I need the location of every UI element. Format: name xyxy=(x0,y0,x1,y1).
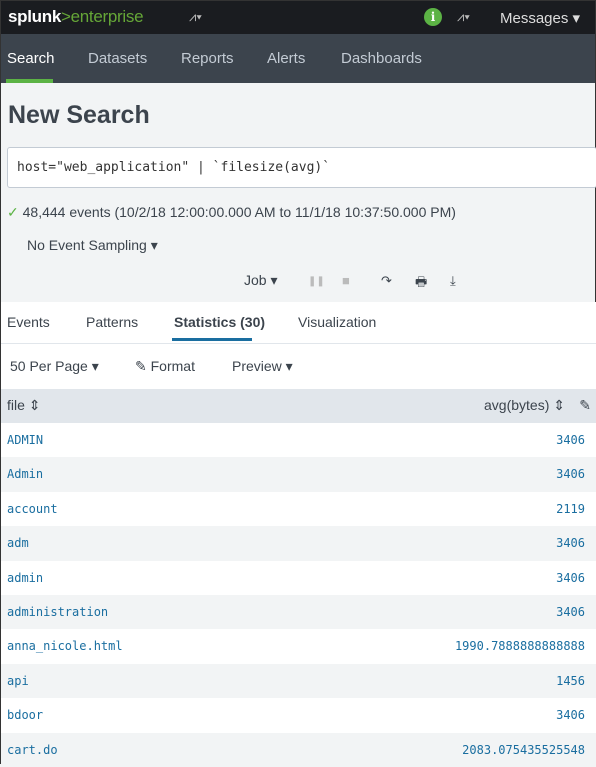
check-icon: ✓ xyxy=(7,204,19,220)
event-sampling-dropdown[interactable]: No Event Sampling ▾ xyxy=(27,237,158,254)
file-cell[interactable]: Admin xyxy=(7,467,43,481)
tab-visualization[interactable]: Visualization xyxy=(298,314,376,330)
export-icon[interactable]: ⤓ xyxy=(450,273,456,289)
column-avg-bytes[interactable]: avg(bytes) ⇕ xyxy=(484,397,565,414)
active-tab-indicator xyxy=(172,338,252,341)
per-page-dropdown[interactable]: 50 Per Page ▾ xyxy=(10,358,99,375)
table-row: anna_nicole.html 1990.7888888888888 xyxy=(1,629,596,663)
splunk-logo[interactable]: splunk>enterprise xyxy=(8,7,144,27)
nav-alerts[interactable]: Alerts xyxy=(267,50,305,67)
file-cell[interactable]: account xyxy=(7,502,58,516)
avg-bytes-cell[interactable]: 3406 xyxy=(556,467,585,481)
tab-patterns[interactable]: Patterns xyxy=(86,314,138,330)
table-row: admin 3406 xyxy=(1,561,596,595)
file-cell[interactable]: administration xyxy=(7,605,108,619)
job-menu[interactable]: Job ▾ xyxy=(244,272,278,289)
file-cell[interactable]: ADMIN xyxy=(7,433,43,447)
avg-bytes-cell[interactable]: 3406 xyxy=(556,571,585,585)
avg-bytes-cell[interactable]: 1456 xyxy=(556,674,585,688)
table-row: bdoor 3406 xyxy=(1,698,596,732)
share-icon[interactable]: ↷ xyxy=(381,273,392,289)
tab-events[interactable]: Events xyxy=(7,314,50,330)
search-summary: ✓ 48,444 events (10/2/18 12:00:00.000 AM… xyxy=(7,204,456,221)
pause-icon[interactable]: ❚❚ xyxy=(308,276,325,287)
page-title: New Search xyxy=(8,101,150,129)
table-body: ADMIN 3406 Admin 3406 account 2119 adm 3406 admi… xyxy=(1,423,596,767)
edit-column-icon[interactable]: ✎ xyxy=(579,397,591,414)
app-nav: Search Datasets Reports Alerts Dashboard… xyxy=(1,34,595,83)
activity-icon[interactable]: ⩘▾ xyxy=(189,9,202,25)
stop-icon[interactable]: ■ xyxy=(342,273,350,288)
info-icon[interactable]: i xyxy=(424,8,442,26)
table-row: Admin 3406 xyxy=(1,457,596,492)
format-button[interactable]: ✎ Format xyxy=(135,358,195,375)
summary-text: 48,444 events (10/2/18 12:00:00.000 AM t… xyxy=(22,204,456,220)
nav-datasets[interactable]: Datasets xyxy=(88,50,147,67)
activity-menu-icon[interactable]: ⩘▾ xyxy=(457,9,470,25)
table-row: administration 3406 xyxy=(1,594,596,630)
table-row: ADMIN 3406 xyxy=(1,423,596,457)
tab-statistics[interactable]: Statistics (30) xyxy=(174,314,265,330)
search-input[interactable]: host="web_application" | `filesize(avg)` xyxy=(7,147,596,188)
file-cell[interactable]: anna_nicole.html xyxy=(7,639,123,653)
file-cell[interactable]: adm xyxy=(7,536,29,550)
preview-dropdown[interactable]: Preview ▾ xyxy=(232,358,293,375)
nav-search[interactable]: Search xyxy=(7,50,55,67)
top-bar: splunk>enterprise ⩘▾ i ⩘▾ Messages ▾ xyxy=(1,1,595,34)
avg-bytes-cell[interactable]: 3406 xyxy=(556,536,585,550)
avg-bytes-cell[interactable]: 2083.075435525548 xyxy=(462,743,585,757)
messages-menu[interactable]: Messages ▾ xyxy=(500,9,580,27)
avg-bytes-cell[interactable]: 3406 xyxy=(556,605,585,619)
table-row: cart.do 2083.075435525548 xyxy=(1,732,596,767)
file-cell[interactable]: cart.do xyxy=(7,743,58,757)
nav-dashboards[interactable]: Dashboards xyxy=(341,50,422,67)
table-row: adm 3406 xyxy=(1,526,596,561)
table-row: api 1456 xyxy=(1,663,596,699)
avg-bytes-cell[interactable]: 1990.7888888888888 xyxy=(455,639,585,653)
avg-bytes-cell[interactable]: 3406 xyxy=(556,708,585,722)
column-file[interactable]: file ⇕ xyxy=(7,397,41,414)
table-row: account 2119 xyxy=(1,492,596,526)
print-icon[interactable]: 🖶 xyxy=(415,273,427,295)
active-nav-indicator xyxy=(6,79,53,83)
nav-reports[interactable]: Reports xyxy=(181,50,234,67)
table-header: file ⇕ avg(bytes) ⇕ ✎ xyxy=(1,389,596,423)
file-cell[interactable]: bdoor xyxy=(7,708,43,722)
file-cell[interactable]: api xyxy=(7,674,29,688)
divider xyxy=(1,343,596,344)
avg-bytes-cell[interactable]: 2119 xyxy=(556,502,585,516)
avg-bytes-cell[interactable]: 3406 xyxy=(556,433,585,447)
file-cell[interactable]: admin xyxy=(7,571,43,585)
